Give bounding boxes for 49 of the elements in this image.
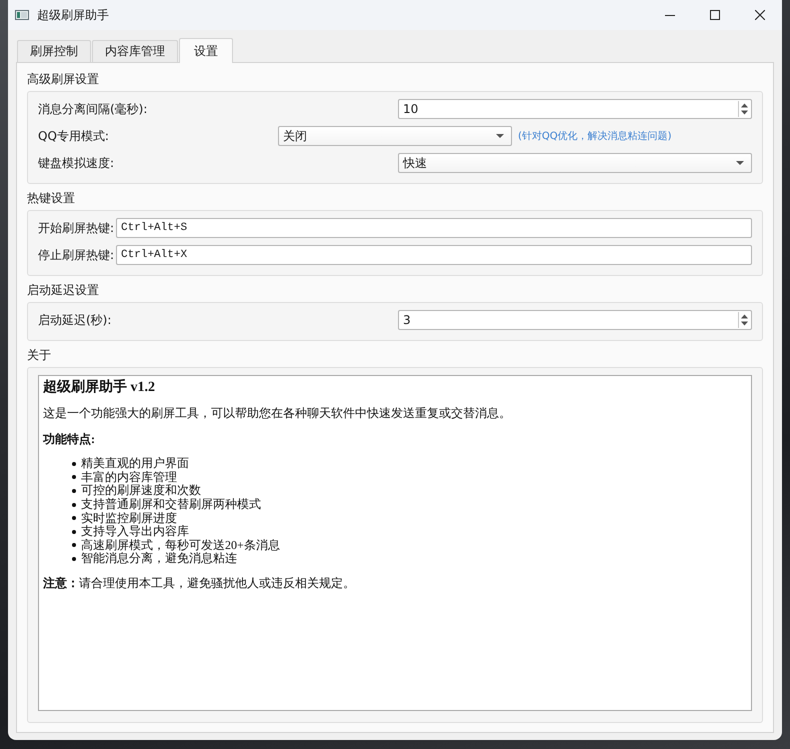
combo-box[interactable]: 快速 [398,153,752,173]
feature-item: 高速刷屏模式，每秒可发送20+条消息 [81,538,280,552]
about-intro: 这是一个功能强大的刷屏工具，可以帮助您在各种聊天软件中快速发送重复或交替消息。 [43,405,512,421]
feature-item: 支持导入导出内容库 [81,525,189,538]
feature-item: 支持普通刷屏和交替刷屏两种模式 [81,498,261,512]
close-icon [754,10,764,20]
bullet-icon [72,502,76,507]
spin-box[interactable]: 3 [398,310,752,330]
caret-down-icon [496,134,504,138]
section-title: 启动延迟设置 [27,282,99,298]
hint-text: (针对QQ优化，解决消息粘连问题) [518,130,672,143]
features-heading: 功能特点: [43,431,95,447]
field-label: 停止刷屏热键: [38,246,114,264]
spin-box[interactable]: 10 [398,99,752,119]
window-title: 超级刷屏助手 [37,6,109,24]
field-label: 开始刷屏热键: [38,220,114,236]
section-title: 高级刷屏设置 [27,71,99,87]
caret-down-icon [736,161,744,165]
bullet-icon [72,530,76,534]
maximize-icon [710,10,720,20]
tab[interactable]: 刷屏控制 [17,40,91,62]
feature-item: 可控的刷屏速度和次数 [81,484,201,498]
field-label: QQ专用模式: [38,128,110,144]
combo-box[interactable]: 关闭 [278,126,512,146]
feature-item: 智能消息分离，避免消息粘连 [81,552,237,566]
section-title: 热键设置 [27,190,75,206]
note-text: 注意：请合理使用本工具，避免骚扰他人或违反相关规定。 [43,574,356,591]
feature-item: 丰富的内容库管理 [81,470,177,484]
tab[interactable]: 设置 [179,38,233,63]
field-label: 键盘模拟速度: [38,154,116,172]
bullet-icon [72,475,76,480]
feature-item: 精美直观的用户界面 [81,457,189,470]
field-label: 消息分离间隔(毫秒): [38,100,148,118]
tab[interactable]: 内容库管理 [92,40,178,62]
feature-item: 实时监控刷屏进度 [81,512,177,525]
field-label: 启动延迟(秒): [38,312,112,328]
app-icon [15,10,29,20]
minimize-icon [664,14,674,16]
about-heading: 超级刷屏助手 v1.2 [43,379,155,397]
bullet-icon [72,556,76,561]
up-down-arrows-icon [738,101,750,117]
bullet-icon [72,516,76,520]
bullet-icon [72,488,76,493]
up-down-arrows-icon [738,312,750,328]
bullet-icon [72,462,76,466]
text-field[interactable]: Ctrl+Alt+X [116,245,752,265]
text-field[interactable]: Ctrl+Alt+S [116,218,752,238]
section-title: 关于 [27,347,51,363]
bullet-icon [72,543,76,548]
